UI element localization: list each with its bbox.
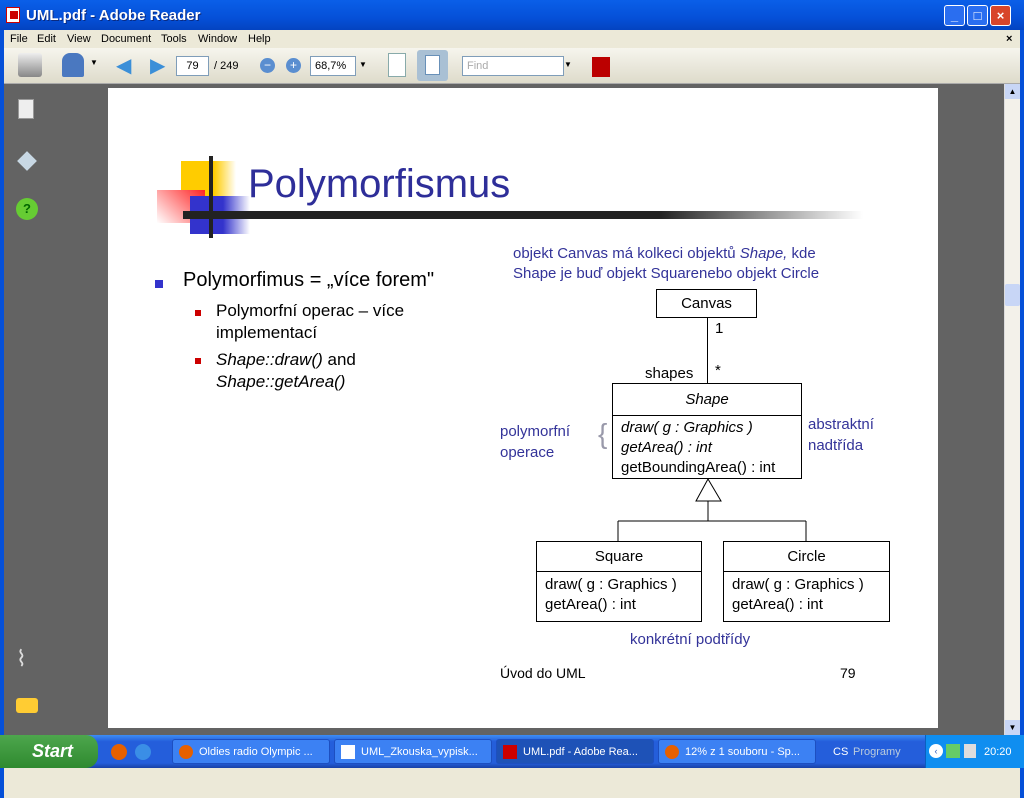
menu-tools[interactable]: Tools bbox=[161, 33, 187, 45]
menu-document[interactable]: Document bbox=[101, 33, 151, 45]
programs-toolbar[interactable]: Programy bbox=[853, 746, 901, 758]
scroll-thumb[interactable] bbox=[1005, 284, 1020, 306]
zoom-out-icon[interactable]: − bbox=[260, 58, 275, 73]
generalization-arrows bbox=[617, 477, 807, 541]
menu-help[interactable]: Help bbox=[248, 33, 271, 45]
scroll-down-button[interactable]: ▼ bbox=[1005, 720, 1020, 735]
class-name: Circle bbox=[724, 542, 889, 572]
menu-view[interactable]: View bbox=[67, 33, 91, 45]
find-input[interactable]: Find bbox=[462, 56, 564, 76]
toolbar: ▼ ◀ ▶ 79 / 249 − + 68,7% ▼ Find ▼ bbox=[4, 48, 1020, 84]
task-adobe-reader[interactable]: UML.pdf - Adobe Rea... bbox=[496, 739, 654, 764]
help-icon[interactable]: ? bbox=[16, 198, 38, 220]
previous-page-icon[interactable]: ◀ bbox=[116, 53, 131, 77]
layers-icon[interactable] bbox=[17, 151, 37, 171]
navigation-sidebar: ? ⌇ bbox=[4, 84, 108, 735]
vertical-scrollbar[interactable]: ▲ ▼ bbox=[1004, 84, 1020, 735]
task-oldies-radio[interactable]: Oldies radio Olympic ... bbox=[172, 739, 330, 764]
uml-class-circle: Circle draw( g : Graphics ) getArea() : i… bbox=[723, 541, 890, 622]
print-icon[interactable] bbox=[18, 53, 42, 77]
scroll-up-button[interactable]: ▲ bbox=[1005, 84, 1020, 99]
firefox-quicklaunch-icon[interactable] bbox=[111, 744, 127, 760]
footer-page-number: 79 bbox=[840, 665, 856, 681]
system-tray: ‹ 20:20 bbox=[925, 735, 1024, 768]
fit-page-button[interactable] bbox=[417, 50, 448, 81]
concrete-label: konkrétní podtřídy bbox=[630, 631, 751, 648]
attachments-icon[interactable]: ⌇ bbox=[16, 646, 27, 672]
find-dropdown-icon[interactable]: ▼ bbox=[564, 60, 572, 84]
menu-window[interactable]: Window bbox=[198, 33, 237, 45]
start-button[interactable]: Start bbox=[0, 735, 98, 768]
menu-edit[interactable]: Edit bbox=[37, 33, 56, 45]
zoom-in-icon[interactable]: + bbox=[286, 58, 301, 73]
volume-tray-icon[interactable] bbox=[964, 744, 976, 758]
zoom-level-input[interactable]: 68,7% bbox=[310, 56, 356, 76]
menu-bar: File Edit View Document Tools Window Hel… bbox=[4, 30, 1020, 48]
zoom-dropdown-icon[interactable]: ▼ bbox=[359, 60, 367, 84]
pdf-app-icon bbox=[6, 7, 20, 23]
language-indicator[interactable]: CS bbox=[833, 746, 848, 758]
menu-file[interactable]: File bbox=[10, 33, 28, 45]
minimize-button[interactable]: _ bbox=[944, 5, 965, 26]
close-button[interactable]: × bbox=[990, 5, 1011, 26]
network-tray-icon[interactable] bbox=[946, 744, 960, 758]
pages-icon[interactable] bbox=[18, 99, 34, 119]
footer-left: Úvod do UML bbox=[500, 665, 586, 681]
comments-icon[interactable] bbox=[16, 698, 38, 713]
collaborate-icon[interactable] bbox=[62, 53, 84, 77]
pdf-page: Polymorfismus Polymorfimus = „více forem… bbox=[108, 88, 938, 728]
next-page-icon[interactable]: ▶ bbox=[150, 53, 165, 77]
ie-quicklaunch-icon[interactable] bbox=[135, 744, 151, 760]
fit-width-icon[interactable] bbox=[388, 53, 406, 77]
close-document-icon[interactable]: × bbox=[1006, 33, 1012, 45]
title-bar: UML.pdf - Adobe Reader _ □ × bbox=[0, 0, 1024, 30]
uml-class-square: Square draw( g : Graphics ) getArea() : i… bbox=[536, 541, 702, 622]
adobe-acrobat-icon[interactable] bbox=[592, 57, 610, 77]
task-uml-zkouska[interactable]: UML_Zkouska_vypisk... bbox=[334, 739, 492, 764]
maximize-button[interactable]: □ bbox=[967, 5, 988, 26]
taskbar: Start Oldies radio Olympic ... UML_Zkous… bbox=[0, 735, 1024, 768]
class-name: Square bbox=[537, 542, 701, 572]
page-number-input[interactable]: 79 bbox=[176, 56, 209, 76]
page-total: / 249 bbox=[214, 60, 239, 72]
tray-expand-icon[interactable]: ‹ bbox=[929, 744, 943, 758]
task-download[interactable]: 12% z 1 souboru - Sp... bbox=[658, 739, 816, 764]
window-title: UML.pdf - Adobe Reader bbox=[26, 7, 201, 24]
clock: 20:20 bbox=[984, 746, 1012, 758]
chevron-down-icon[interactable]: ▼ bbox=[90, 58, 98, 82]
